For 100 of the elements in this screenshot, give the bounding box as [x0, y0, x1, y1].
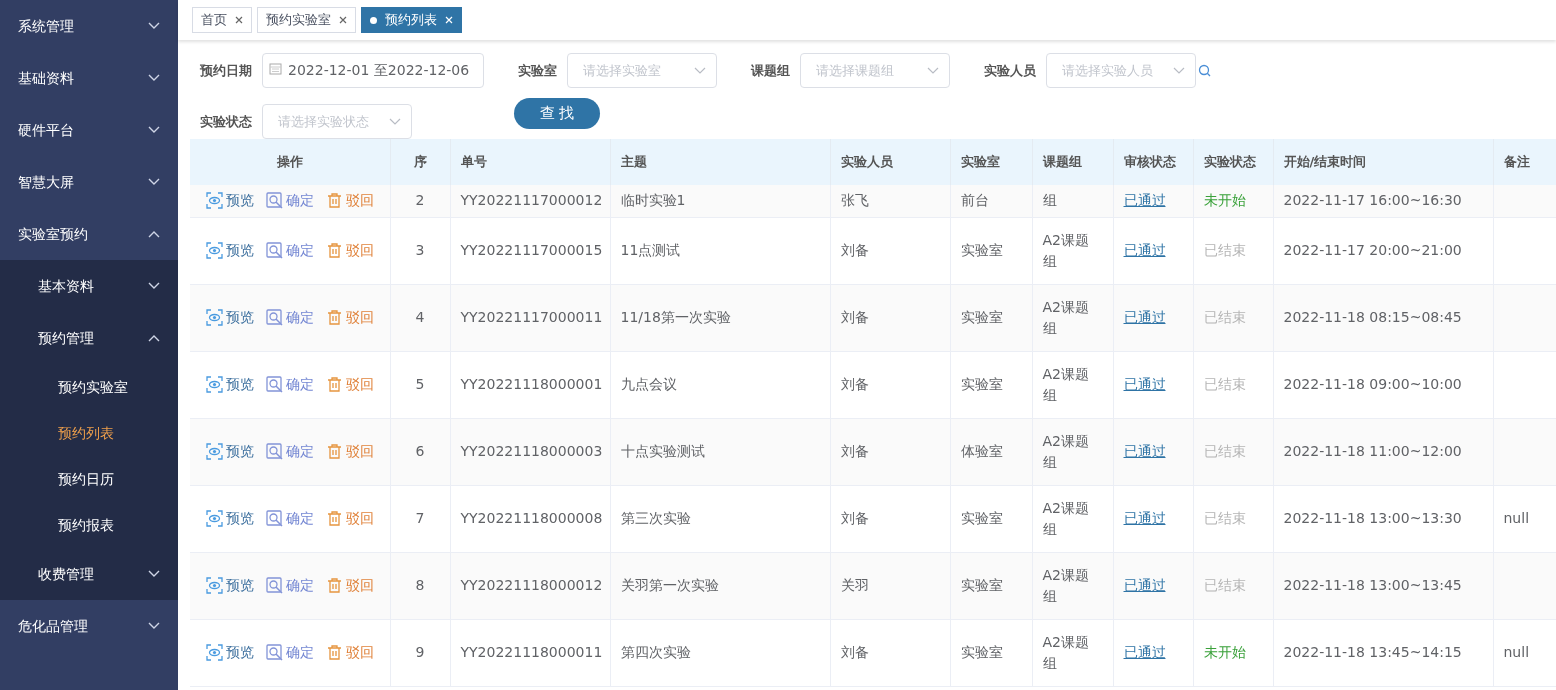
- eye-icon: [205, 242, 223, 259]
- subject-text: 11/18第一次实验: [620, 309, 731, 325]
- date-range-field[interactable]: 2022-12-01 至2022-12-06: [262, 53, 484, 88]
- eye-icon: [205, 510, 223, 527]
- reject-link[interactable]: 驳回: [325, 307, 374, 328]
- column-header: 实验室: [950, 139, 1032, 185]
- person-name: 刘备: [840, 309, 869, 325]
- tab[interactable]: 首页: [192, 7, 252, 33]
- chevron-icon: [148, 570, 160, 578]
- trash-icon: [325, 192, 343, 210]
- confirm-link[interactable]: 确定: [265, 190, 314, 212]
- chevron-icon: [389, 117, 401, 126]
- person-name: 刘备: [840, 510, 869, 526]
- close-icon: [339, 16, 347, 24]
- review-status-link[interactable]: 已通过: [1123, 577, 1166, 593]
- status-text: 已结束: [1203, 577, 1246, 593]
- eye-icon: [205, 577, 223, 594]
- reject-link[interactable]: 驳回: [325, 374, 374, 395]
- lab-name: 实验室: [960, 309, 1003, 325]
- trash-icon: [325, 242, 343, 259]
- reject-link[interactable]: 驳回: [325, 190, 374, 212]
- review-status-link[interactable]: 已通过: [1123, 510, 1166, 526]
- eye-icon: [205, 192, 223, 210]
- preview-link[interactable]: 预览: [205, 307, 254, 328]
- column-header: 备注: [1493, 139, 1556, 185]
- order-number: YY20221117000012: [460, 192, 603, 209]
- status-text: 已结束: [1203, 510, 1246, 526]
- reject-link[interactable]: 驳回: [325, 441, 374, 462]
- review-status-link[interactable]: 已通过: [1123, 376, 1166, 392]
- confirm-link[interactable]: 确定: [265, 508, 314, 529]
- group-name: A2课题组: [1042, 432, 1089, 470]
- row-index: 6: [415, 443, 425, 459]
- subject-text: 十点实验测试: [620, 443, 705, 459]
- magnifier-icon: [265, 443, 283, 460]
- reject-link[interactable]: 驳回: [325, 240, 374, 261]
- subject-text: 九点会议: [620, 376, 677, 392]
- reject-link[interactable]: 驳回: [325, 508, 374, 529]
- row-index: 3: [415, 242, 425, 258]
- preview-link[interactable]: 预览: [205, 441, 254, 462]
- preview-link[interactable]: 预览: [205, 374, 254, 395]
- magnifier-icon: [265, 644, 283, 661]
- preview-link[interactable]: 预览: [205, 508, 254, 529]
- review-status-link[interactable]: 已通过: [1123, 242, 1166, 258]
- person-name: 刘备: [840, 443, 869, 459]
- column-header: 实验人员: [830, 139, 950, 185]
- order-number: YY20221117000015: [460, 242, 603, 258]
- trash-icon: [325, 644, 343, 661]
- row-index: 7: [415, 510, 425, 526]
- chevron-icon: [148, 126, 160, 134]
- row-index: 8: [415, 577, 425, 593]
- order-number: YY20221118000001: [460, 376, 603, 392]
- group-name: A2课题组: [1042, 633, 1089, 671]
- status-text: 已结束: [1203, 242, 1246, 258]
- lab-name: 实验室: [960, 644, 1003, 660]
- review-status-link[interactable]: 已通过: [1123, 644, 1166, 660]
- tab[interactable]: 预约列表: [361, 7, 462, 33]
- remark-text: null: [1503, 510, 1530, 526]
- group-name: A2课题组: [1042, 231, 1089, 269]
- preview-link[interactable]: 预览: [205, 642, 254, 663]
- row-index: 2: [415, 192, 425, 209]
- person-name: 张飞: [840, 192, 869, 209]
- preview-link[interactable]: 预览: [205, 575, 254, 596]
- trash-icon: [325, 376, 343, 393]
- chevron-icon: [148, 282, 160, 290]
- confirm-link[interactable]: 确定: [265, 374, 314, 395]
- preview-link[interactable]: 预览: [205, 240, 254, 261]
- trash-icon: [325, 309, 343, 326]
- order-number: YY20221118000011: [460, 644, 603, 660]
- chevron-icon: [1173, 66, 1185, 75]
- lab-name: 前台: [960, 192, 989, 209]
- subject-text: 11点测试: [620, 242, 681, 258]
- filter-label: 实验室: [518, 61, 557, 80]
- time-range: 2022-11-17 20:00~21:00: [1283, 242, 1462, 258]
- review-status-link[interactable]: 已通过: [1123, 443, 1166, 459]
- reject-link[interactable]: 驳回: [325, 642, 374, 663]
- person-name: 刘备: [840, 644, 869, 660]
- time-range: 2022-11-18 13:00~13:30: [1283, 510, 1462, 526]
- confirm-link[interactable]: 确定: [265, 575, 314, 596]
- time-range: 2022-11-18 09:00~10:00: [1283, 376, 1462, 392]
- confirm-link[interactable]: 确定: [265, 642, 314, 663]
- row-index: 4: [415, 309, 425, 325]
- subject-text: 第四次实验: [620, 644, 691, 660]
- lab-name: 实验室: [960, 510, 1003, 526]
- search-button[interactable]: 查 找: [514, 98, 600, 129]
- person-name: 刘备: [840, 242, 869, 258]
- tab[interactable]: 预约实验室: [257, 7, 356, 33]
- chevron-icon: [927, 66, 939, 75]
- status-text: 已结束: [1203, 376, 1246, 392]
- confirm-link[interactable]: 确定: [265, 441, 314, 462]
- lab-name: 体验室: [960, 443, 1003, 459]
- person-name: 关羽: [840, 577, 869, 593]
- confirm-link[interactable]: 确定: [265, 240, 314, 261]
- search-icon: [1198, 64, 1211, 77]
- chevron-icon: [148, 622, 160, 630]
- confirm-link[interactable]: 确定: [265, 307, 314, 328]
- review-status-link[interactable]: 已通过: [1123, 309, 1166, 325]
- column-header: 主题: [610, 139, 830, 185]
- reject-link[interactable]: 驳回: [325, 575, 374, 596]
- preview-link[interactable]: 预览: [205, 190, 254, 212]
- subject-text: 临时实验1: [620, 192, 686, 209]
